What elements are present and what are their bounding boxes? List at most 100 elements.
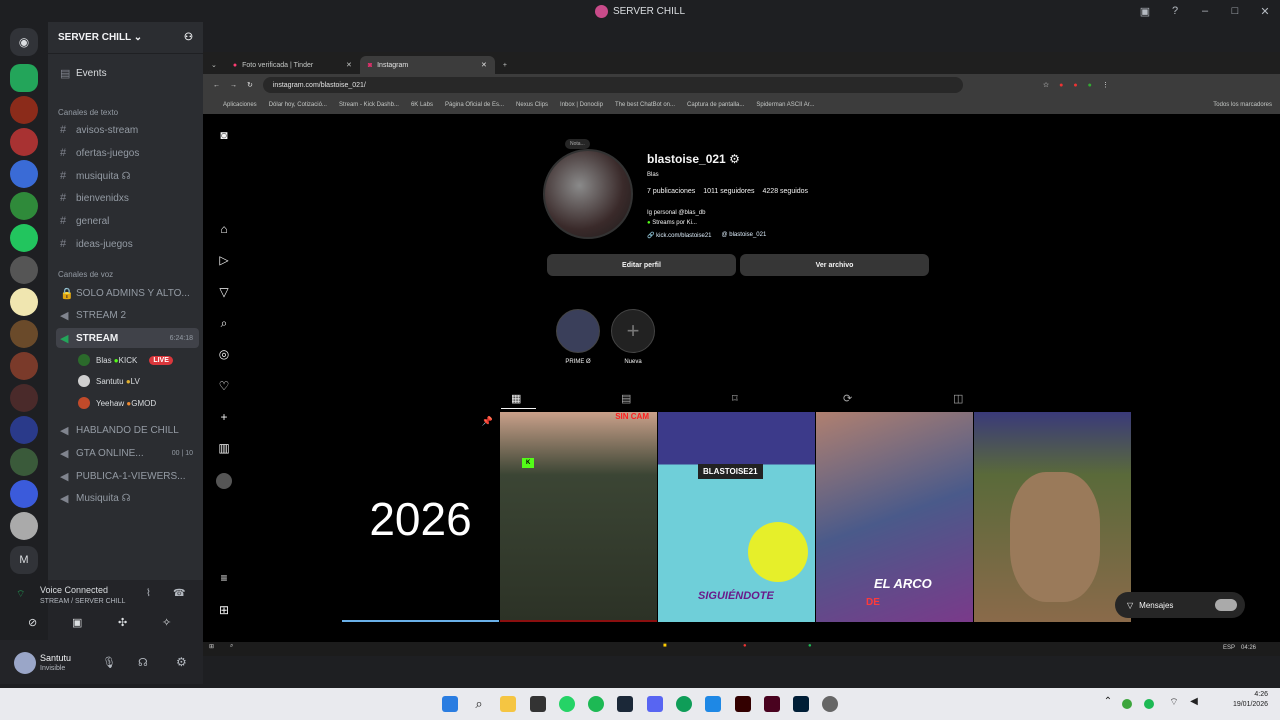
- reels-tab-icon[interactable]: ▤: [621, 392, 631, 405]
- search-icon[interactable]: ⌕: [230, 643, 233, 650]
- more-menu-icon[interactable]: ≡: [216, 571, 232, 587]
- extension-icon[interactable]: ●: [1059, 82, 1063, 89]
- app-icon[interactable]: [705, 696, 721, 712]
- inbox-icon[interactable]: ▣: [1130, 5, 1160, 18]
- camera-off-icon[interactable]: ⊘: [28, 616, 37, 629]
- profile-avatar[interactable]: [543, 149, 633, 239]
- chrome-icon[interactable]: ●: [743, 643, 747, 649]
- search-icon[interactable]: ⌕: [471, 696, 487, 712]
- bookmark-item[interactable]: 6K Labs: [411, 102, 433, 108]
- forward-icon[interactable]: →: [230, 82, 237, 89]
- channel-musiquita[interactable]: # musiquita ☊: [56, 166, 199, 186]
- screen-share-icon[interactable]: ▣: [72, 616, 82, 629]
- reload-icon[interactable]: ↻: [247, 81, 253, 89]
- bookmark-item[interactable]: Captura de pantalla...: [687, 102, 744, 108]
- channel-bienvenidxs[interactable]: # bienvenidxs: [56, 188, 199, 208]
- voice-category[interactable]: Canales de voz: [58, 270, 113, 279]
- add-member-icon[interactable]: ⚇: [184, 32, 193, 43]
- windows-start-icon[interactable]: ⊞: [209, 643, 214, 650]
- bookmark-item[interactable]: The best ChatBot on...: [615, 102, 675, 108]
- menu-icon[interactable]: ⋮: [1102, 81, 1109, 89]
- bookmark-item[interactable]: Nexus Clips: [516, 102, 548, 108]
- server-icon-6[interactable]: [10, 224, 38, 252]
- server-icon-14[interactable]: [10, 480, 38, 508]
- discord-home-icon[interactable]: ◉: [10, 28, 38, 56]
- server-icon-15[interactable]: [10, 512, 38, 540]
- profile-link[interactable]: 🔗 kick.com/blastoise21: [647, 232, 712, 239]
- chrome-icon[interactable]: [822, 696, 838, 712]
- user-avatar[interactable]: [14, 652, 36, 674]
- noise-suppression-icon[interactable]: ⌇: [146, 588, 151, 599]
- soundboard-icon[interactable]: ✧: [162, 616, 171, 629]
- dashboard-icon[interactable]: ▥: [216, 441, 232, 457]
- posts-grid-tab-icon[interactable]: ▦: [511, 392, 521, 405]
- home-icon[interactable]: ⌂: [216, 222, 232, 238]
- spotify-icon[interactable]: ●: [808, 643, 812, 649]
- channel-ideas-juegos[interactable]: # ideas-juegos: [56, 234, 199, 254]
- post-tile[interactable]: 2026 📌: [342, 412, 499, 622]
- server-header[interactable]: SERVER CHILL ⌄ ⚇: [48, 22, 203, 54]
- extension-icon[interactable]: ●: [1088, 82, 1092, 89]
- whatsapp-icon[interactable]: [559, 696, 575, 712]
- folder-icon[interactable]: ■: [663, 643, 667, 649]
- voice-user-santutu[interactable]: Santutu ●LV✕: [78, 372, 213, 390]
- saved-tab-icon[interactable]: ⌑: [732, 392, 738, 405]
- discord-icon[interactable]: [647, 696, 663, 712]
- server-icon-3[interactable]: [10, 128, 38, 156]
- network-icon[interactable]: ⌔: [1166, 696, 1182, 712]
- bookmark-item[interactable]: Dólar hoy, Cotizació...: [269, 102, 327, 108]
- channel-avisos-stream[interactable]: # avisos-stream: [56, 120, 199, 140]
- post-tile[interactable]: BLASTOISE21 SIGUIÉNDOTE: [658, 412, 815, 622]
- close-tab-icon[interactable]: ✕: [346, 61, 352, 69]
- taskbar-clock[interactable]: 4:26 19/01/2026: [1233, 690, 1268, 710]
- voice-musiquita[interactable]: ◀ Musiquita ☊: [56, 488, 199, 508]
- file-explorer-icon[interactable]: [500, 696, 516, 712]
- instagram-logo-icon[interactable]: ◙: [216, 128, 232, 144]
- illustrator-icon[interactable]: [735, 696, 751, 712]
- tray-icon[interactable]: [1144, 699, 1154, 709]
- voice-hablando-de-chill[interactable]: ◀ HABLANDO DE CHILL: [56, 420, 199, 440]
- tab-search-icon[interactable]: ⌄: [211, 61, 217, 69]
- tab-instagram[interactable]: ◙ Instagram ✕: [359, 56, 495, 74]
- tray-chevron-icon[interactable]: ⌃: [1100, 696, 1116, 712]
- close-tab-icon[interactable]: ✕: [481, 61, 487, 69]
- voice-publica[interactable]: ◀ PUBLICA-1-VIEWERS...: [56, 466, 199, 486]
- create-icon[interactable]: +: [216, 410, 232, 426]
- volume-icon[interactable]: ◀: [1186, 696, 1202, 712]
- edit-profile-button[interactable]: Editar perfil: [547, 254, 736, 276]
- server-icon-10[interactable]: [10, 352, 38, 380]
- voice-connected-sub[interactable]: STREAM / SERVER CHILL: [40, 598, 125, 605]
- url-input[interactable]: instagram.com/blastoise_021/: [262, 77, 963, 93]
- server-icon-2[interactable]: [10, 96, 38, 124]
- search-icon[interactable]: ⌕: [216, 316, 232, 332]
- server-icon-8[interactable]: [10, 288, 38, 316]
- close-button[interactable]: ✕: [1250, 5, 1280, 18]
- back-icon[interactable]: ←: [213, 82, 220, 89]
- windows-start-icon[interactable]: [442, 696, 458, 712]
- settings-gear-icon[interactable]: ⚙: [176, 655, 187, 669]
- bookmark-star-icon[interactable]: ☆: [1043, 81, 1049, 89]
- minimize-button[interactable]: –: [1190, 5, 1220, 17]
- photoshop-icon[interactable]: [793, 696, 809, 712]
- headphones-icon[interactable]: ☊: [138, 656, 148, 669]
- indesign-icon[interactable]: [764, 696, 780, 712]
- server-icon-12[interactable]: [10, 416, 38, 444]
- server-icon-5[interactable]: [10, 192, 38, 220]
- voice-gta-online[interactable]: ◀ GTA ONLINE... 00 | 10: [56, 443, 199, 463]
- direct-icon[interactable]: ▽: [216, 285, 232, 301]
- post-tile[interactable]: EL ARCO DE: [816, 412, 973, 622]
- server-icon-13[interactable]: [10, 448, 38, 476]
- reels-icon[interactable]: ▷: [216, 253, 232, 269]
- tray-icon[interactable]: [1122, 699, 1132, 709]
- voice-stream-2[interactable]: ◀ STREAM 2: [56, 305, 199, 325]
- profile-avatar-icon[interactable]: [216, 473, 232, 489]
- microphone-icon[interactable]: 🎙: [102, 656, 116, 669]
- text-category[interactable]: Canales de texto: [58, 108, 118, 117]
- voice-user-blas[interactable]: Blas ● KICK LIVE: [78, 351, 173, 369]
- voice-user-yeehaw[interactable]: Yeehaw ● GMOD: [78, 394, 156, 412]
- input-language[interactable]: ESP: [1223, 645, 1235, 651]
- server-icon-1[interactable]: [10, 64, 38, 92]
- maximize-button[interactable]: □: [1220, 5, 1250, 17]
- spotify-icon[interactable]: [588, 696, 604, 712]
- tagged-tab-icon[interactable]: ◫: [953, 392, 963, 405]
